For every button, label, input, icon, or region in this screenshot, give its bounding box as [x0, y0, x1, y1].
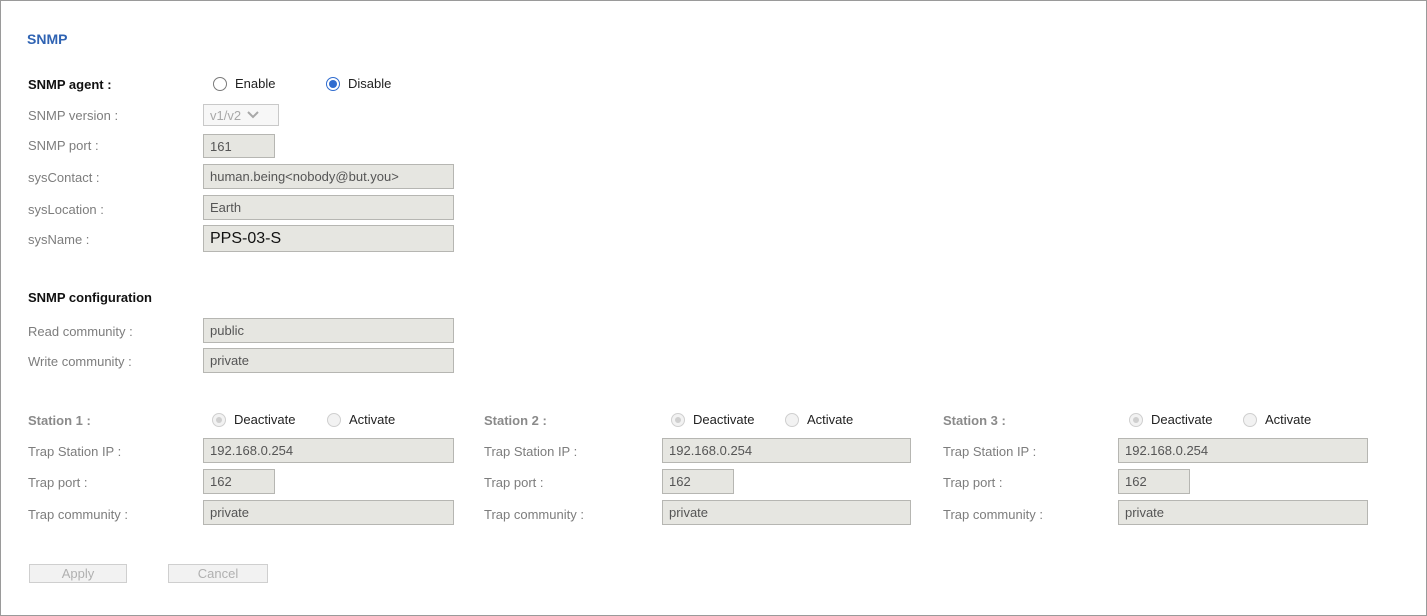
- station-3-activate-radio[interactable]: Activate: [1243, 412, 1311, 427]
- snmp-agent-label: SNMP agent :: [28, 77, 112, 92]
- snmp-config-title: SNMP configuration: [28, 290, 152, 305]
- snmp-version-value: v1/v2: [210, 107, 242, 123]
- snmp-version-label: SNMP version :: [28, 108, 119, 123]
- station-1-activate-label: Activate: [349, 412, 396, 427]
- station-3-community-label: Trap community :: [943, 507, 1043, 522]
- snmp-port-input[interactable]: 161: [203, 134, 275, 158]
- station-2-community-input[interactable]: private: [662, 500, 911, 525]
- read-community-input[interactable]: public: [203, 318, 454, 343]
- station-2-community-label: Trap community :: [484, 507, 584, 522]
- station-1-ip-input[interactable]: 192.168.0.254: [203, 438, 454, 463]
- radio-circle-selected[interactable]: [212, 412, 226, 427]
- snmp-version-select[interactable]: v1/v2: [203, 104, 279, 126]
- sys-location-label: sysLocation :: [28, 202, 104, 217]
- station-3-ip-input[interactable]: 192.168.0.254: [1118, 438, 1368, 463]
- station-3-port-input[interactable]: 162: [1118, 469, 1190, 494]
- sys-contact-input[interactable]: human.being<nobody@but.you>: [203, 164, 454, 189]
- station-2-deactivate-radio[interactable]: Deactivate: [671, 412, 754, 427]
- page-title: SNMP: [27, 31, 68, 47]
- station-3-ip-label: Trap Station IP :: [943, 444, 1037, 459]
- station-2-ip-input[interactable]: 192.168.0.254: [662, 438, 911, 463]
- station-1-community-label: Trap community :: [28, 507, 128, 522]
- cancel-button[interactable]: Cancel: [168, 564, 268, 583]
- agent-enable-label: Enable: [235, 76, 276, 91]
- sys-location-input[interactable]: Earth: [203, 195, 454, 220]
- station-1-activate-radio[interactable]: Activate: [327, 412, 395, 427]
- station-3-deactivate-label: Deactivate: [1151, 412, 1213, 427]
- station-2-port-input[interactable]: 162: [662, 469, 734, 494]
- sys-name-input[interactable]: PPS-03-S: [203, 225, 454, 252]
- station-2-deactivate-label: Deactivate: [693, 412, 755, 427]
- radio-circle-selected[interactable]: [671, 412, 685, 427]
- station-1-deactivate-label: Deactivate: [234, 412, 296, 427]
- station-3-activate-label: Activate: [1265, 412, 1312, 427]
- apply-button[interactable]: Apply: [29, 564, 127, 583]
- station-1-ip-label: Trap Station IP :: [28, 444, 122, 459]
- chevron-down-icon: [247, 111, 259, 119]
- station-2-port-label: Trap port :: [484, 475, 544, 490]
- station-1-port-input[interactable]: 162: [203, 469, 275, 494]
- station-1-port-label: Trap port :: [28, 475, 88, 490]
- radio-circle-selected[interactable]: [326, 76, 340, 91]
- write-community-label: Write community :: [28, 354, 132, 369]
- station-3-label: Station 3 :: [943, 413, 1006, 428]
- radio-circle[interactable]: [327, 412, 341, 427]
- agent-disable-label: Disable: [348, 76, 392, 91]
- agent-disable-radio[interactable]: Disable: [326, 76, 391, 91]
- station-1-deactivate-radio[interactable]: Deactivate: [212, 412, 295, 427]
- radio-circle[interactable]: [785, 412, 799, 427]
- radio-circle[interactable]: [1243, 412, 1257, 427]
- sys-contact-label: sysContact :: [28, 170, 100, 185]
- radio-circle-selected[interactable]: [1129, 412, 1143, 427]
- write-community-input[interactable]: private: [203, 348, 454, 373]
- station-3-deactivate-radio[interactable]: Deactivate: [1129, 412, 1212, 427]
- radio-circle[interactable]: [213, 76, 227, 91]
- station-3-community-input[interactable]: private: [1118, 500, 1368, 525]
- station-1-label: Station 1 :: [28, 413, 91, 428]
- station-1-community-input[interactable]: private: [203, 500, 454, 525]
- station-3-port-label: Trap port :: [943, 475, 1003, 490]
- snmp-port-label: SNMP port :: [28, 138, 99, 153]
- station-2-ip-label: Trap Station IP :: [484, 444, 578, 459]
- read-community-label: Read community :: [28, 324, 133, 339]
- station-2-activate-radio[interactable]: Activate: [785, 412, 853, 427]
- sys-name-label: sysName :: [28, 232, 90, 247]
- station-2-activate-label: Activate: [807, 412, 854, 427]
- station-2-label: Station 2 :: [484, 413, 547, 428]
- agent-enable-radio[interactable]: Enable: [213, 76, 275, 91]
